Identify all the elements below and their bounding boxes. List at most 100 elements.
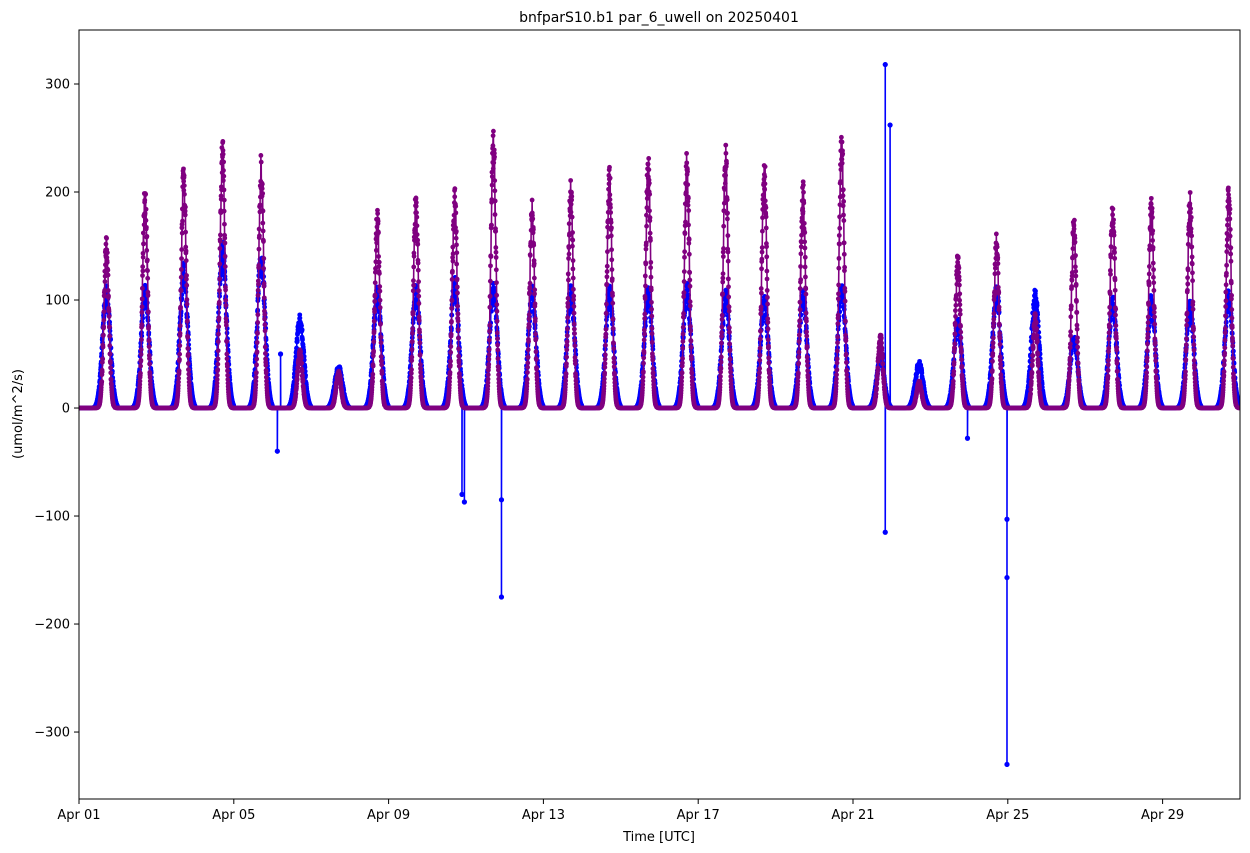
outlier-point xyxy=(882,61,888,68)
data-point xyxy=(179,256,184,261)
outlier-point xyxy=(274,448,280,454)
data-point xyxy=(183,248,189,254)
data-point xyxy=(178,267,184,272)
data-point xyxy=(108,360,113,366)
data-point xyxy=(214,377,220,382)
data-point xyxy=(216,299,222,305)
data-point xyxy=(1034,302,1040,308)
outlier-point xyxy=(887,122,893,128)
data-point xyxy=(139,304,145,310)
data-point xyxy=(139,309,145,315)
data-point xyxy=(178,304,183,310)
data-point xyxy=(180,218,185,224)
data-point xyxy=(107,343,113,349)
data-point xyxy=(107,324,112,330)
data-point xyxy=(215,348,221,354)
data-point xyxy=(215,356,221,362)
data-point xyxy=(108,365,113,371)
data-point xyxy=(215,361,221,367)
data-point xyxy=(140,273,145,278)
data-point xyxy=(216,324,222,330)
data-point xyxy=(176,375,182,381)
chart-title: bnfparS10.b1 par_6_uwell on 20250401 xyxy=(519,10,799,26)
data-point xyxy=(181,173,187,179)
data-point xyxy=(299,323,304,329)
data-point xyxy=(179,247,185,252)
outlier-point xyxy=(1004,516,1010,522)
data-point xyxy=(145,275,151,281)
data-point xyxy=(105,287,111,293)
data-point xyxy=(108,370,114,376)
data-point xyxy=(101,309,107,314)
data-point xyxy=(107,333,113,339)
data-point xyxy=(105,272,111,278)
data-point xyxy=(144,233,150,239)
data-point xyxy=(102,279,108,284)
data-point xyxy=(216,331,221,337)
data-point xyxy=(214,372,220,378)
data-point xyxy=(185,361,191,366)
data-point xyxy=(140,230,146,236)
data-point xyxy=(215,339,221,344)
data-point xyxy=(183,204,188,210)
data-point xyxy=(184,318,190,324)
data-point xyxy=(183,258,189,263)
data-point xyxy=(104,235,109,241)
data-point xyxy=(142,197,148,203)
data-point xyxy=(177,351,183,357)
data-point xyxy=(105,267,111,273)
data-point xyxy=(1033,288,1038,294)
data-point xyxy=(145,268,150,274)
data-point xyxy=(104,250,110,256)
data-point xyxy=(299,327,305,333)
data-point xyxy=(186,367,192,373)
data-point xyxy=(138,347,144,352)
chart-figure: bnfparS10.b1 par_6_uwell on 20250401 Apr… xyxy=(0,0,1250,853)
data-point xyxy=(140,268,146,274)
data-point xyxy=(143,191,149,197)
data-point xyxy=(140,264,146,270)
data-point xyxy=(107,351,113,357)
data-point xyxy=(145,292,151,298)
data-point xyxy=(101,317,107,323)
data-point xyxy=(141,241,147,247)
data-point xyxy=(143,217,149,223)
data-point xyxy=(177,330,183,336)
data-point xyxy=(184,282,190,288)
data-point xyxy=(183,229,188,235)
data-point xyxy=(106,308,112,314)
data-point xyxy=(146,344,152,350)
data-point xyxy=(99,369,105,375)
outlier-point xyxy=(964,435,971,441)
data-point xyxy=(217,288,222,293)
data-point xyxy=(181,166,186,172)
data-point xyxy=(100,344,106,350)
data-point xyxy=(181,183,187,188)
data-point xyxy=(185,346,191,351)
data-point xyxy=(143,206,149,212)
data-point xyxy=(138,357,144,363)
data-point xyxy=(144,247,150,253)
data-point xyxy=(184,301,190,307)
data-point xyxy=(145,309,151,315)
data-point xyxy=(139,285,145,291)
data-point xyxy=(185,335,191,340)
data-point xyxy=(144,224,149,230)
data-point xyxy=(139,322,145,328)
data-point xyxy=(186,371,192,377)
data-point xyxy=(106,314,112,319)
data-point xyxy=(216,315,222,321)
data-point xyxy=(99,379,105,384)
data-point xyxy=(140,254,146,260)
data-point xyxy=(184,273,189,278)
figure-background xyxy=(0,0,1250,853)
data-point xyxy=(147,356,152,361)
data-point xyxy=(178,288,184,294)
data-point xyxy=(178,274,184,280)
data-point xyxy=(177,343,183,349)
data-point xyxy=(104,260,110,265)
outlier-point xyxy=(1004,761,1010,768)
data-point xyxy=(184,297,190,303)
data-point xyxy=(177,323,183,329)
outlier-point xyxy=(1004,574,1010,581)
